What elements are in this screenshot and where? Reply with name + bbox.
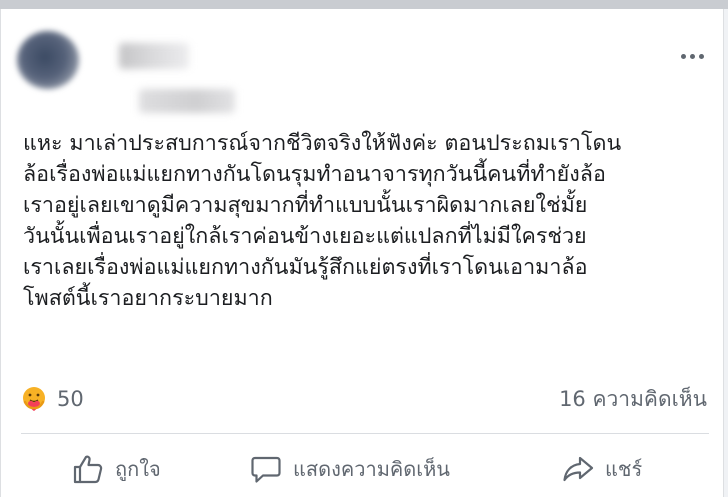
care-reaction-icon[interactable]	[21, 386, 47, 412]
more-dot-icon	[689, 53, 695, 59]
share-button[interactable]: แชร์	[561, 447, 642, 491]
like-label: ถูกใจ	[115, 457, 161, 481]
comment-label: แสดงความคิดเห็น	[293, 457, 450, 481]
reaction-count[interactable]: 50	[57, 386, 84, 412]
author-name-redacted[interactable]	[119, 43, 189, 69]
more-dot-icon	[698, 53, 704, 59]
post-text-line: แหะ มาเล่าประสบการณ์จากชีวิตจริงให้ฟังค่…	[23, 131, 622, 156]
top-strip	[0, 0, 728, 9]
comment-button[interactable]: แสดงความคิดเห็น	[249, 447, 450, 491]
post-text-line: ล้อเรื่องพ่อแม่แยกทางกันโดนรุมทำอนาจารทุ…	[23, 162, 606, 187]
more-dot-icon	[680, 53, 686, 59]
post-card: แหะ มาเล่าประสบการณ์จากชีวิตจริงให้ฟังค่…	[0, 9, 724, 497]
comment-count[interactable]: 16 ความคิดเห็น	[559, 386, 707, 412]
more-options-button[interactable]	[675, 45, 709, 67]
comment-bubble-icon	[251, 456, 281, 483]
avatar[interactable]	[17, 31, 79, 89]
like-button[interactable]: ถูกใจ	[71, 447, 161, 491]
post-text-line: โพสต์นี้เราอยากระบายมาก	[23, 286, 273, 311]
share-label: แชร์	[605, 457, 643, 481]
post-meta-redacted	[139, 89, 235, 113]
reaction-row: 50 16 ความคิดเห็น	[21, 382, 711, 418]
action-bar: ถูกใจ แสดงความคิดเห็น แชร์	[1, 441, 723, 497]
post-text-line: เราอยู่เลยเขาดูมีความสุขมากที่ทำแบบนั้นเ…	[23, 193, 588, 218]
share-arrow-icon	[563, 456, 594, 482]
thumbs-up-icon	[73, 455, 103, 484]
post-text-line: เราเลยเรื่องพ่อแม่แยกทางกันมันรู้สึกแย่ต…	[23, 255, 588, 280]
post-text-line: วันนั้นเพื่อนเราอยู่ใกล้เราค่อนข้างเยอะแ…	[23, 224, 587, 249]
post-text: แหะ มาเล่าประสบการณ์จากชีวิตจริงให้ฟังค่…	[23, 128, 713, 314]
divider	[21, 433, 709, 434]
